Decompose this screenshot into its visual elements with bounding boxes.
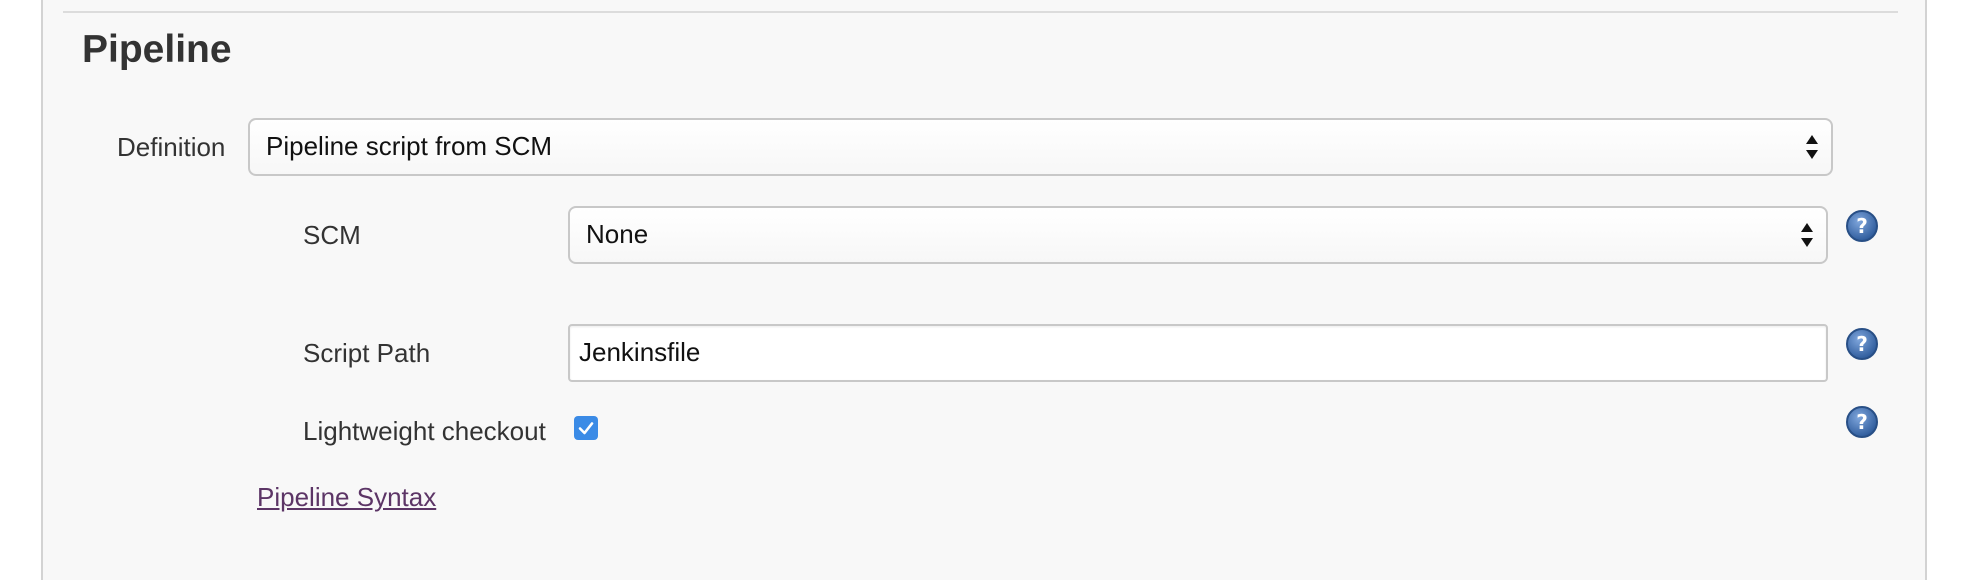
checkmark-icon [578, 422, 594, 435]
definition-select-value: Pipeline script from SCM [266, 131, 553, 161]
script-path-label: Script Path [303, 338, 431, 368]
section-divider [63, 11, 1898, 13]
lightweight-checkout-label: Lightweight checkout [303, 416, 546, 446]
definition-select[interactable]: Pipeline script from SCM [248, 118, 1833, 176]
pipeline-syntax-link[interactable]: Pipeline Syntax [257, 481, 436, 513]
script-path-help-icon[interactable]: ? [1845, 327, 1879, 361]
svg-text:?: ? [1856, 332, 1868, 356]
svg-text:?: ? [1856, 410, 1868, 434]
svg-text:?: ? [1856, 214, 1868, 238]
section-title: Pipeline [82, 28, 232, 71]
definition-label: Definition [117, 132, 226, 162]
lightweight-checkout-help-icon[interactable]: ? [1845, 405, 1879, 439]
updown-arrows-icon [1801, 223, 1813, 247]
script-path-input[interactable]: Jenkinsfile [568, 324, 1828, 382]
scm-label: SCM [303, 220, 361, 250]
scm-select[interactable]: None [568, 206, 1828, 264]
scm-select-value: None [586, 219, 649, 249]
updown-arrows-icon [1806, 135, 1818, 159]
lightweight-checkout-checkbox[interactable] [574, 416, 598, 440]
scm-help-icon[interactable]: ? [1845, 209, 1879, 243]
